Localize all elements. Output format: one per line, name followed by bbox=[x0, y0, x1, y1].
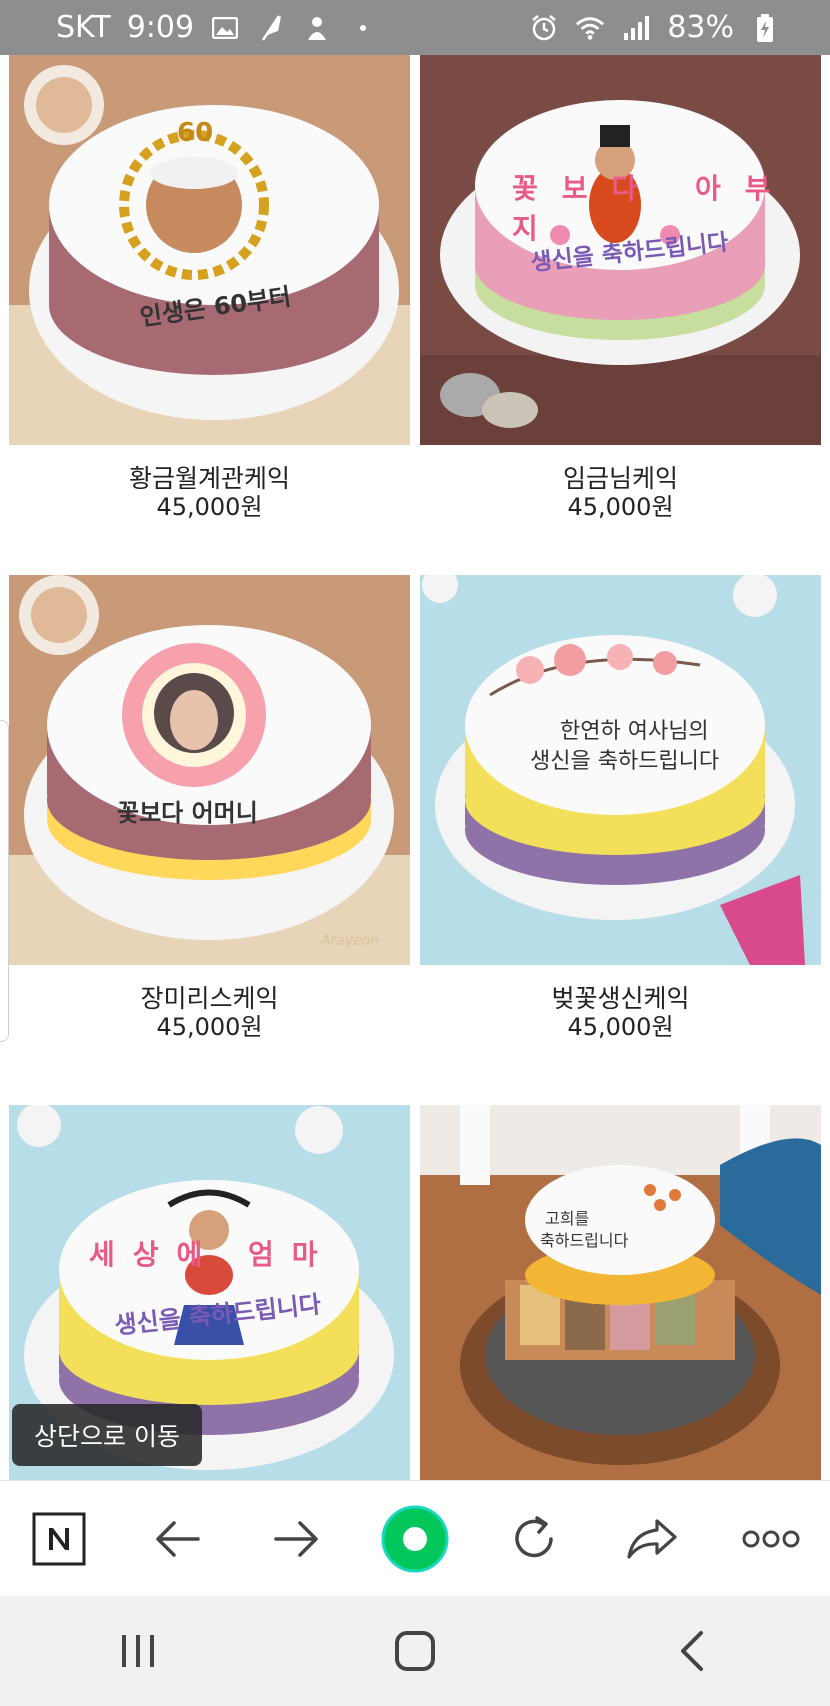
home-icon[interactable] bbox=[360, 1601, 470, 1701]
wifi-icon bbox=[575, 13, 605, 43]
product-card-cherry-blossom[interactable]: 한연하 여사님의 생신을 축하드립니다 벚꽃생신케익 45,000원 bbox=[420, 575, 821, 1041]
app-icon bbox=[302, 13, 332, 43]
carrier-label: SKT bbox=[56, 10, 111, 45]
product-image[interactable]: 고희를 축하드립니다 bbox=[420, 1105, 821, 1480]
product-image[interactable]: 꽃보다 어머니 Arayeon bbox=[9, 575, 410, 965]
share-icon[interactable] bbox=[607, 1494, 697, 1584]
product-card-king[interactable]: 꽃보다 아부지 생신을 축하드립니다 임금님케익 45,000원 bbox=[420, 55, 821, 521]
browser-toolbar bbox=[0, 1480, 830, 1596]
product-name[interactable]: 벚꽃생신케익 bbox=[420, 985, 821, 1013]
scroll-to-top-button[interactable]: 상단으로 이동 bbox=[12, 1404, 202, 1466]
back-arrow-icon[interactable] bbox=[133, 1494, 223, 1584]
product-image[interactable]: 꽃보다 아부지 생신을 축하드립니다 bbox=[420, 55, 821, 445]
image-text-60: 60 bbox=[177, 118, 214, 148]
image-watermark: Arayeon bbox=[321, 933, 380, 949]
image-text-title: 세상에 엄마 bbox=[89, 1238, 336, 1271]
system-navigation-bar bbox=[0, 1596, 830, 1706]
image-text-caption: 꽃보다 어머니 bbox=[117, 799, 258, 827]
gallery-icon bbox=[210, 13, 240, 43]
alarm-icon bbox=[529, 13, 559, 43]
image-text-line1: 고희를 bbox=[545, 1209, 590, 1228]
naver-home-icon[interactable] bbox=[14, 1494, 104, 1584]
status-right: 83% bbox=[529, 10, 780, 45]
image-text-line2: 축하드립니다 bbox=[540, 1231, 629, 1250]
forward-arrow-icon[interactable] bbox=[251, 1494, 341, 1584]
status-left: SKT 9:09 bbox=[56, 10, 378, 45]
dot-icon bbox=[348, 13, 378, 43]
image-text-line2: 생신을 축하드립니다 bbox=[530, 749, 720, 774]
product-name[interactable]: 임금님케익 bbox=[420, 465, 821, 493]
back-icon[interactable] bbox=[637, 1601, 747, 1701]
recent-apps-icon[interactable] bbox=[83, 1601, 193, 1701]
product-card-rice-cake-set[interactable]: 고희를 축하드립니다 bbox=[420, 1105, 821, 1480]
product-card-rose-wreath[interactable]: 꽃보다 어머니 Arayeon 장미리스케익 45,000원 bbox=[9, 575, 410, 1041]
product-image[interactable]: 한연하 여사님의 생신을 축하드립니다 bbox=[420, 575, 821, 965]
more-icon[interactable] bbox=[726, 1494, 816, 1584]
edge-panel-handle[interactable] bbox=[0, 720, 9, 1042]
product-image[interactable]: 60 인생은 60부터 bbox=[9, 55, 410, 445]
product-grid: 60 인생은 60부터 황금월계관케익 45,000원 꽃보다 아부지 생신을 … bbox=[0, 55, 830, 1480]
product-price: 45,000원 bbox=[567, 1013, 674, 1041]
product-price: 45,000원 bbox=[156, 493, 263, 521]
time-label: 9:09 bbox=[126, 10, 195, 45]
status-bar: SKT 9:09 83% bbox=[0, 0, 830, 55]
product-price: 45,000원 bbox=[567, 493, 674, 521]
refresh-icon[interactable] bbox=[489, 1494, 579, 1584]
battery-charging-icon bbox=[750, 13, 780, 43]
battery-percent: 83% bbox=[667, 10, 734, 45]
signal-icon bbox=[621, 13, 651, 43]
image-text-line1: 한연하 여사님의 bbox=[560, 719, 709, 744]
green-dot-icon[interactable] bbox=[370, 1494, 460, 1584]
product-name[interactable]: 황금월계관케익 bbox=[9, 465, 410, 493]
feather-icon bbox=[256, 13, 286, 43]
product-card-golden-laurel[interactable]: 60 인생은 60부터 황금월계관케익 45,000원 bbox=[9, 55, 410, 521]
product-price: 45,000원 bbox=[156, 1013, 263, 1041]
product-name[interactable]: 장미리스케익 bbox=[9, 985, 410, 1013]
